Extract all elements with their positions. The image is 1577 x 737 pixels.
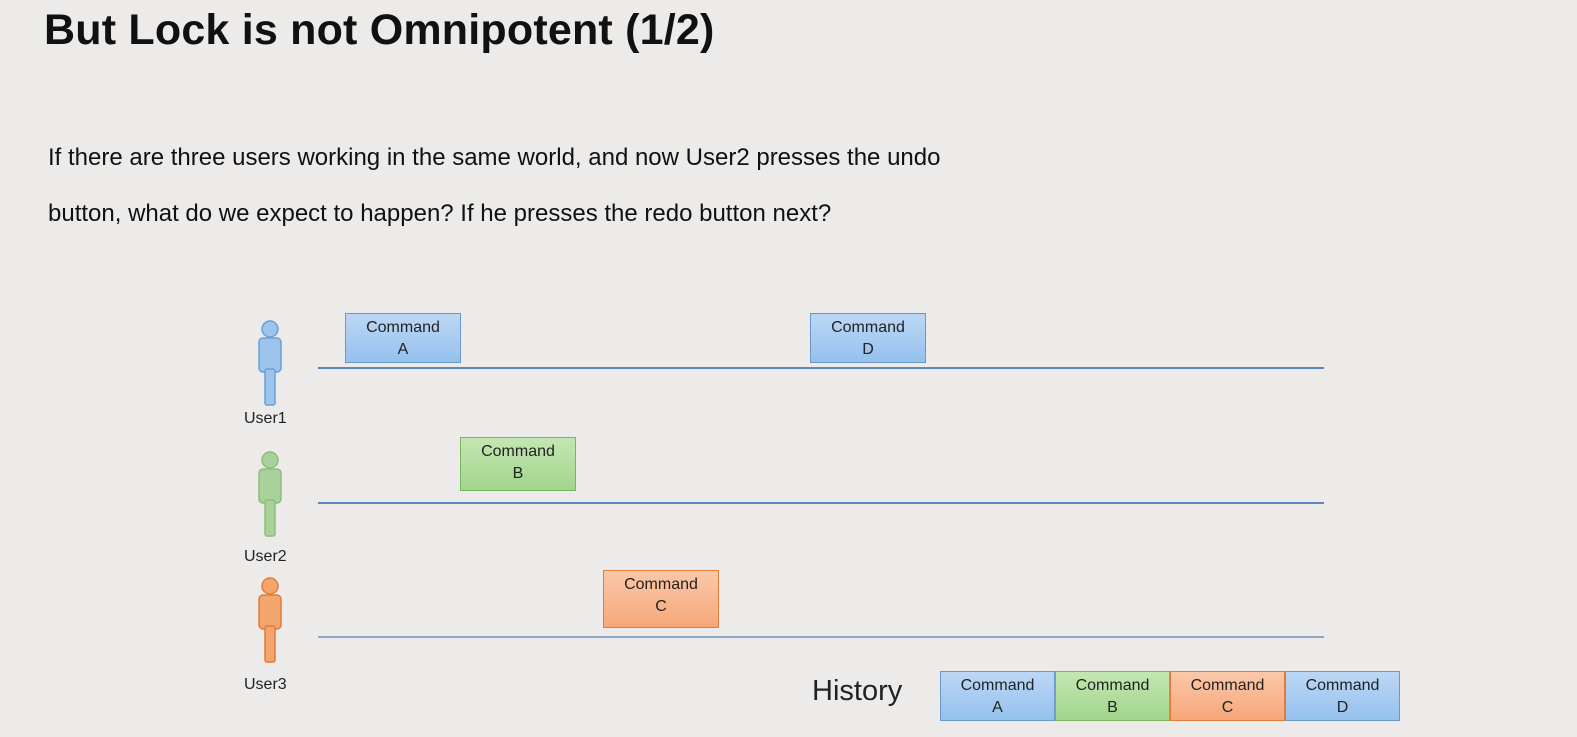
user2-timeline bbox=[318, 502, 1324, 504]
history-item-b: Command B bbox=[1055, 671, 1170, 721]
history-item-c-line1: Command bbox=[1190, 677, 1265, 694]
slide-title: But Lock is not Omnipotent (1/2) bbox=[44, 6, 715, 54]
history-strip: Command A Command B Command C Command D bbox=[940, 671, 1400, 721]
user3-label: User3 bbox=[244, 676, 287, 693]
history-item-c: Command C bbox=[1170, 671, 1285, 721]
command-a-box: Command A bbox=[345, 313, 461, 363]
body-text-line-2: button, what do we expect to happen? If … bbox=[48, 200, 832, 227]
user2-label: User2 bbox=[244, 548, 287, 565]
history-item-a-line1: Command bbox=[960, 677, 1035, 694]
command-a-line1: Command bbox=[366, 319, 440, 336]
history-item-d: Command D bbox=[1285, 671, 1400, 721]
command-c-line2: C bbox=[655, 598, 667, 615]
command-d-line1: Command bbox=[831, 319, 905, 336]
command-c-line1: Command bbox=[624, 576, 698, 593]
command-d-line2: D bbox=[862, 341, 874, 358]
history-item-a: Command A bbox=[940, 671, 1055, 721]
command-d-box: Command D bbox=[810, 313, 926, 363]
command-b-line1: Command bbox=[481, 443, 555, 460]
history-item-b-line1: Command bbox=[1075, 677, 1150, 694]
history-item-a-line2: A bbox=[992, 699, 1003, 716]
command-b-box: Command B bbox=[460, 437, 576, 491]
command-c-box: Command C bbox=[603, 570, 719, 628]
user2-figure-icon bbox=[258, 451, 282, 537]
user1-timeline bbox=[318, 367, 1324, 369]
user3-timeline bbox=[318, 636, 1324, 638]
command-b-line2: B bbox=[512, 465, 524, 482]
history-item-c-line2: C bbox=[1221, 699, 1234, 716]
command-a-line2: A bbox=[397, 341, 409, 358]
history-item-b-line2: B bbox=[1107, 699, 1118, 716]
history-item-d-line1: Command bbox=[1305, 677, 1380, 694]
history-item-d-line2: D bbox=[1336, 699, 1349, 716]
user1-figure-icon bbox=[258, 320, 282, 406]
user1-label: User1 bbox=[244, 410, 287, 427]
body-text-line-1: If there are three users working in the … bbox=[48, 144, 941, 171]
history-label: History bbox=[812, 675, 903, 707]
user3-figure-icon bbox=[258, 577, 282, 663]
